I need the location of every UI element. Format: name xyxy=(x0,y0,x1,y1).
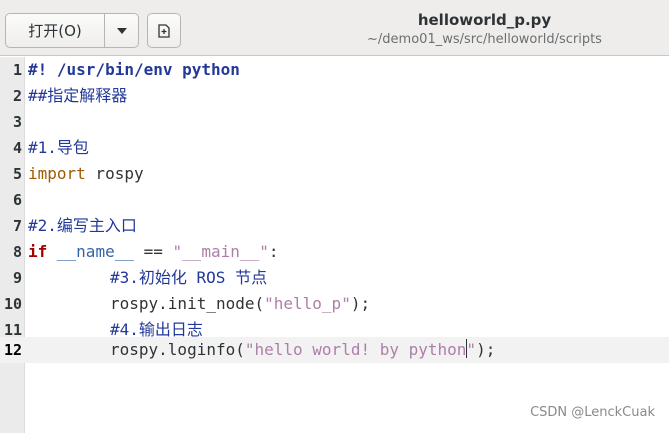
string-token: "hello_p" xyxy=(264,294,351,313)
line-number: 2 xyxy=(12,87,22,105)
code-line[interactable]: 8 if __name__ == "__main__": xyxy=(0,239,669,265)
string-token: "hello world! by python xyxy=(244,340,467,359)
code-text: #2.编写主入口 xyxy=(28,213,137,239)
comment-token: #1.导包 xyxy=(28,138,89,157)
punctuation-token: ); xyxy=(476,340,496,359)
line-number: 5 xyxy=(12,165,22,183)
code-text: if __name__ == "__main__": xyxy=(28,239,278,265)
call-token: rospy.loginfo( xyxy=(110,340,245,359)
call-token: rospy.init_node( xyxy=(110,294,265,313)
string-token: "__main__" xyxy=(172,242,269,261)
shebang-comment: #! /usr/bin/env python xyxy=(28,60,240,79)
code-line[interactable]: 2 ##指定解释器 xyxy=(0,83,669,109)
keyword-token: if xyxy=(28,242,48,261)
code-line[interactable]: 6 xyxy=(0,187,669,213)
code-line[interactable]: 1 #! /usr/bin/env python xyxy=(0,57,669,83)
line-number: 10 xyxy=(3,295,22,313)
code-text: #3.初始化 ROS 节点 xyxy=(28,265,267,291)
new-document-icon xyxy=(158,23,170,38)
code-text: #! /usr/bin/env python xyxy=(28,57,240,83)
line-number: 3 xyxy=(12,113,22,131)
code-line[interactable]: 7 #2.编写主入口 xyxy=(0,213,669,239)
operator-token: == xyxy=(133,242,173,261)
chevron-down-icon xyxy=(116,27,127,34)
code-text: rospy.init_node("hello_p"); xyxy=(28,291,370,317)
code-line[interactable]: 5 import rospy xyxy=(0,161,669,187)
code-text: #1.导包 xyxy=(28,135,89,161)
line-number: 7 xyxy=(12,217,22,235)
code-text: ##指定解释器 xyxy=(28,83,127,109)
punctuation-token: : xyxy=(268,242,279,261)
punctuation-token: ); xyxy=(350,294,371,313)
code-line[interactable]: 3 xyxy=(0,109,669,135)
string-quote-token: " xyxy=(466,340,477,359)
watermark: CSDN @LenckCuak xyxy=(530,405,655,420)
code-line[interactable]: 9 #3.初始化 ROS 节点 xyxy=(0,265,669,291)
code-text: rospy.loginfo("hello world! by python"); xyxy=(28,337,495,363)
code-line[interactable]: 10 rospy.init_node("hello_p"); xyxy=(0,291,669,317)
comment-token: ##指定解释器 xyxy=(28,86,128,105)
line-number: 4 xyxy=(12,139,22,157)
window-title: helloworld_p.py ~/demo01_ws/src/hellowor… xyxy=(300,10,669,49)
file-title: helloworld_p.py xyxy=(417,11,552,29)
comment-token: #3.初始化 ROS 节点 xyxy=(110,268,268,287)
line-number: 6 xyxy=(12,191,22,209)
code-line[interactable]: 4 #1.导包 xyxy=(0,135,669,161)
dunder-name-token: __name__ xyxy=(56,242,134,261)
line-number: 1 xyxy=(12,61,22,79)
open-dropdown-button[interactable] xyxy=(105,13,139,48)
line-number: 12 xyxy=(3,341,22,359)
new-document-button[interactable] xyxy=(147,13,181,48)
current-code-line[interactable]: 12 rospy.loginfo("hello world! by python… xyxy=(0,337,669,363)
comment-token: #2.编写主入口 xyxy=(28,216,137,235)
code-text: import rospy xyxy=(28,161,144,187)
keyword-token: import xyxy=(28,164,86,183)
open-button-group: 打开(O) xyxy=(5,13,139,48)
code-editor[interactable]: 1 #! /usr/bin/env python 2 ##指定解释器 3 4 #… xyxy=(0,57,669,433)
header-bar: 打开(O) helloworld_p.py ~/demo01_ws/src/he… xyxy=(0,0,669,56)
identifier-token: rospy xyxy=(85,164,144,183)
line-number: 8 xyxy=(12,243,22,261)
file-path: ~/demo01_ws/src/helloworld/scripts xyxy=(367,32,602,47)
open-button[interactable]: 打开(O) xyxy=(5,13,105,48)
line-number: 9 xyxy=(12,269,22,287)
